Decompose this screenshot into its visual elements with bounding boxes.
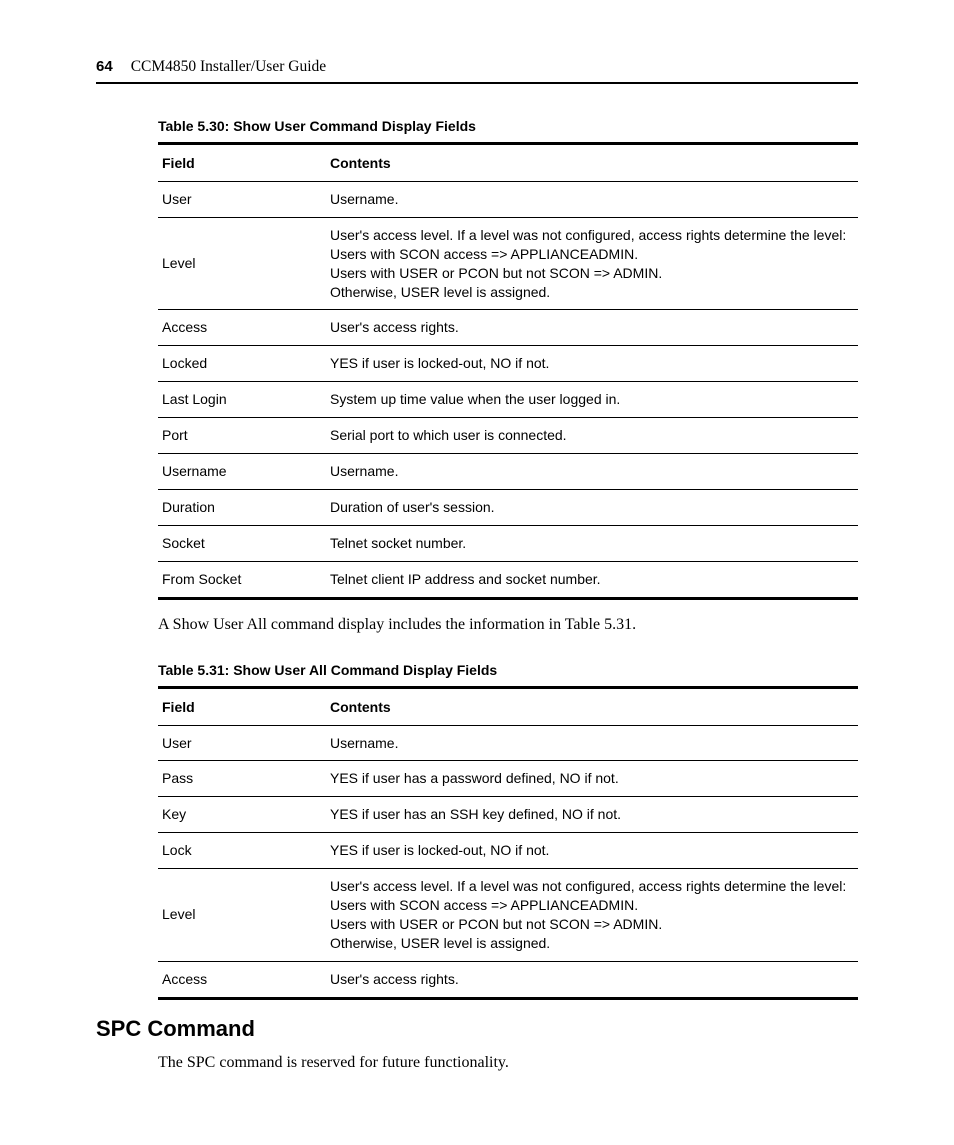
table-row: LevelUser's access level. If a level was… bbox=[158, 869, 858, 962]
cell-field: Duration bbox=[158, 489, 326, 525]
cell-field: Port bbox=[158, 418, 326, 454]
cell-contents: System up time value when the user logge… bbox=[326, 382, 858, 418]
table-row: UserUsername. bbox=[158, 725, 858, 761]
table-header-field: Field bbox=[158, 687, 326, 725]
table-header-row: Field Contents bbox=[158, 687, 858, 725]
table-row: PortSerial port to which user is connect… bbox=[158, 418, 858, 454]
table-header-field: Field bbox=[158, 144, 326, 182]
cell-contents: Telnet client IP address and socket numb… bbox=[326, 561, 858, 598]
table-header-contents: Contents bbox=[326, 144, 858, 182]
table-row: LockedYES if user is locked-out, NO if n… bbox=[158, 346, 858, 382]
table-row: Last LoginSystem up time value when the … bbox=[158, 382, 858, 418]
cell-contents: YES if user is locked-out, NO if not. bbox=[326, 346, 858, 382]
cell-contents: User's access level. If a level was not … bbox=[326, 869, 858, 962]
cell-field: Pass bbox=[158, 761, 326, 797]
cell-field: Lock bbox=[158, 833, 326, 869]
cell-field: Username bbox=[158, 454, 326, 490]
cell-contents: User's access level. If a level was not … bbox=[326, 217, 858, 310]
spc-text: The SPC command is reserved for future f… bbox=[158, 1054, 858, 1072]
cell-field: Key bbox=[158, 797, 326, 833]
table-row: From SocketTelnet client IP address and … bbox=[158, 561, 858, 598]
cell-field: Access bbox=[158, 961, 326, 998]
table-row: SocketTelnet socket number. bbox=[158, 525, 858, 561]
table-530-body: UserUsername.LevelUser's access level. I… bbox=[158, 182, 858, 599]
cell-contents: YES if user has a password defined, NO i… bbox=[326, 761, 858, 797]
guide-title: CCM4850 Installer/User Guide bbox=[131, 58, 326, 76]
cell-contents: User's access rights. bbox=[326, 961, 858, 998]
table-header-row: Field Contents bbox=[158, 144, 858, 182]
page-header: 64 CCM4850 Installer/User Guide bbox=[96, 58, 858, 84]
cell-field: Last Login bbox=[158, 382, 326, 418]
cell-field: Socket bbox=[158, 525, 326, 561]
page-number: 64 bbox=[96, 58, 113, 75]
table-header-contents: Contents bbox=[326, 687, 858, 725]
table-row: UsernameUsername. bbox=[158, 454, 858, 490]
cell-contents: Username. bbox=[326, 182, 858, 218]
cell-contents: Username. bbox=[326, 725, 858, 761]
table-row: AccessUser's access rights. bbox=[158, 961, 858, 998]
mid-paragraph: A Show User All command display includes… bbox=[158, 616, 858, 634]
cell-contents: Telnet socket number. bbox=[326, 525, 858, 561]
cell-field: From Socket bbox=[158, 561, 326, 598]
cell-field: Access bbox=[158, 310, 326, 346]
cell-contents: Serial port to which user is connected. bbox=[326, 418, 858, 454]
table-row: PassYES if user has a password defined, … bbox=[158, 761, 858, 797]
spc-heading: SPC Command bbox=[96, 1016, 858, 1042]
table-row: AccessUser's access rights. bbox=[158, 310, 858, 346]
cell-field: Locked bbox=[158, 346, 326, 382]
cell-field: Level bbox=[158, 217, 326, 310]
cell-contents: YES if user has an SSH key defined, NO i… bbox=[326, 797, 858, 833]
table-531: Field Contents UserUsername.PassYES if u… bbox=[158, 686, 858, 1000]
cell-field: User bbox=[158, 725, 326, 761]
cell-contents: Username. bbox=[326, 454, 858, 490]
table-531-body: UserUsername.PassYES if user has a passw… bbox=[158, 725, 858, 998]
table-row: UserUsername. bbox=[158, 182, 858, 218]
table-row: LevelUser's access level. If a level was… bbox=[158, 217, 858, 310]
cell-contents: User's access rights. bbox=[326, 310, 858, 346]
table-530-caption: Table 5.30: Show User Command Display Fi… bbox=[158, 118, 858, 134]
table-row: DurationDuration of user's session. bbox=[158, 489, 858, 525]
table-530: Field Contents UserUsername.LevelUser's … bbox=[158, 142, 858, 600]
table-row: KeyYES if user has an SSH key defined, N… bbox=[158, 797, 858, 833]
cell-field: Level bbox=[158, 869, 326, 962]
cell-contents: Duration of user's session. bbox=[326, 489, 858, 525]
table-531-caption: Table 5.31: Show User All Command Displa… bbox=[158, 662, 858, 678]
table-row: LockYES if user is locked-out, NO if not… bbox=[158, 833, 858, 869]
cell-field: User bbox=[158, 182, 326, 218]
cell-contents: YES if user is locked-out, NO if not. bbox=[326, 833, 858, 869]
